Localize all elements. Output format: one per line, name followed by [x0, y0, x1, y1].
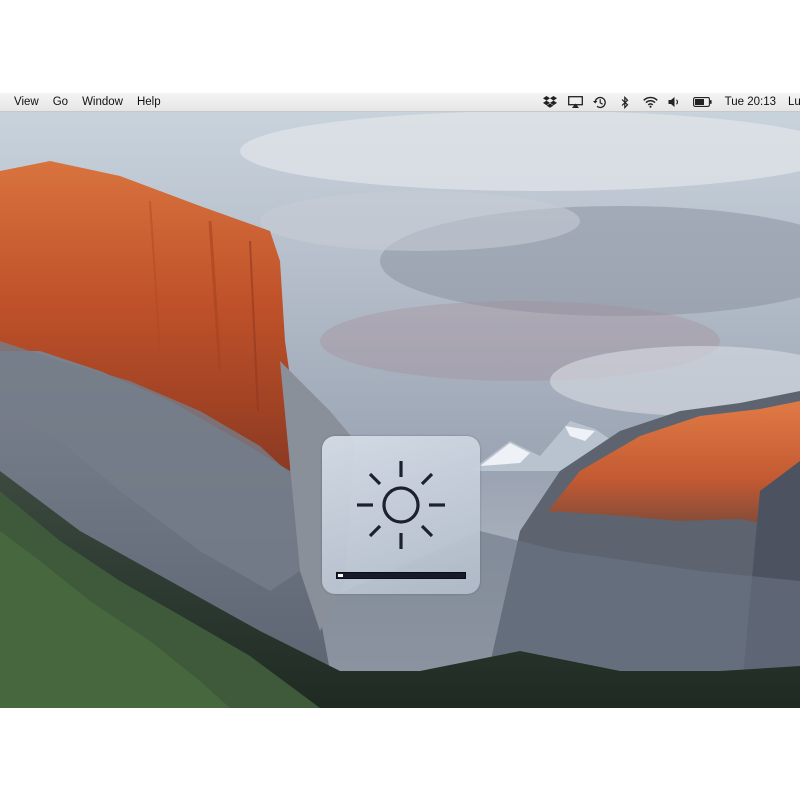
dropbox-icon[interactable] — [543, 96, 558, 109]
time-machine-icon[interactable] — [593, 96, 608, 109]
page: View Go Window Help Tue 20:13 Lu — [0, 0, 800, 800]
menu-bar-left: View Go Window Help — [0, 93, 175, 111]
brightness-level-bar — [336, 572, 466, 579]
airplay-icon[interactable] — [567, 96, 583, 109]
volume-icon[interactable] — [668, 96, 683, 109]
menu-help[interactable]: Help — [137, 93, 161, 111]
bluetooth-icon[interactable] — [618, 95, 633, 109]
brightness-sun-icon — [357, 461, 445, 549]
menu-window[interactable]: Window — [82, 93, 123, 111]
menu-view[interactable]: View — [14, 93, 39, 111]
user-menu[interactable]: Lu — [788, 93, 800, 111]
wifi-icon[interactable] — [642, 96, 658, 109]
menu-go[interactable]: Go — [53, 93, 68, 111]
battery-icon[interactable] — [693, 96, 713, 109]
brightness-hud — [322, 436, 480, 594]
brightness-level-fill — [338, 574, 343, 577]
desktop-wallpaper — [0, 111, 800, 708]
mac-desktop-screen: View Go Window Help Tue 20:13 Lu — [0, 93, 800, 708]
menu-bar-clock[interactable]: Tue 20:13 — [725, 93, 776, 111]
menu-bar-status-area: Tue 20:13 Lu — [533, 93, 800, 111]
menu-bar: View Go Window Help Tue 20:13 Lu — [0, 93, 800, 112]
